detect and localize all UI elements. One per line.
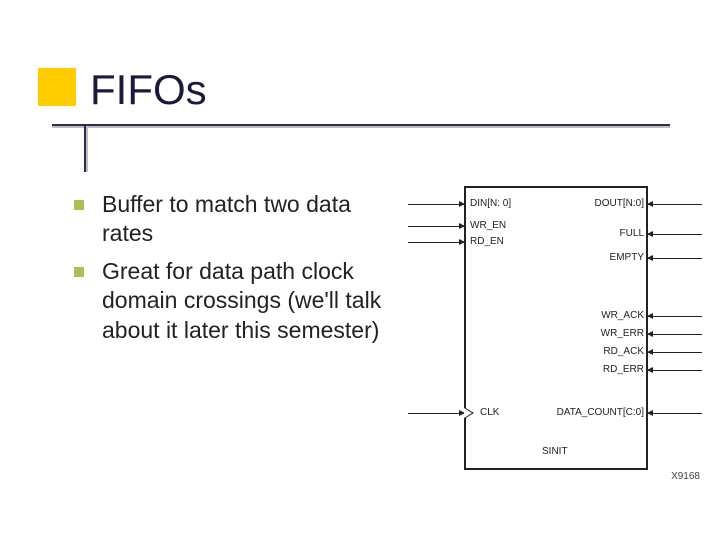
- pin-label-empty: EMPTY: [610, 252, 644, 263]
- list-item: Great for data path clock domain crossin…: [74, 257, 384, 345]
- bullet-square-icon: [74, 200, 84, 210]
- list-item-text: Buffer to match two data rates: [102, 190, 384, 249]
- clk-edge-icon-inner: [464, 408, 472, 418]
- pin-lead: [648, 204, 702, 205]
- slide-title: FIFOs: [90, 66, 207, 114]
- pin-lead: [648, 413, 702, 414]
- pin-lead: [648, 316, 702, 317]
- slide-title-block: FIFOs: [38, 68, 678, 138]
- list-item: Buffer to match two data rates: [74, 190, 384, 249]
- pin-lead: [408, 242, 464, 243]
- pin-lead: [408, 204, 464, 205]
- accent-square: [38, 68, 76, 106]
- pin-lead: [648, 352, 702, 353]
- diagram-id: X9168: [671, 471, 700, 482]
- pin-lead: [408, 413, 464, 414]
- pin-lead: [408, 226, 464, 227]
- pin-lead: [648, 234, 702, 235]
- pin-label-rd-err: RD_ERR: [603, 364, 644, 375]
- pin-label-wr-ack: WR_ACK: [601, 310, 644, 321]
- pin-label-full: FULL: [620, 228, 644, 239]
- pin-label-din: DIN[N: 0]: [470, 198, 511, 209]
- title-vertical-bar-shadow: [86, 124, 88, 172]
- pin-label-wr-en: WR_EN: [470, 220, 506, 231]
- list-item-text: Great for data path clock domain crossin…: [102, 257, 384, 345]
- pin-lead: [648, 370, 702, 371]
- pin-label-dout: DOUT[N:0]: [595, 198, 644, 209]
- pin-lead: [648, 258, 702, 259]
- pin-label-clk: CLK: [480, 407, 499, 418]
- title-underline-shadow: [52, 126, 670, 128]
- pin-lead: [648, 334, 702, 335]
- title-vertical-bar: [84, 124, 86, 172]
- pin-label-data-count: DATA_COUNT[C:0]: [557, 407, 644, 418]
- pin-label-rd-en: RD_EN: [470, 236, 504, 247]
- pin-label-rd-ack: RD_ACK: [603, 346, 644, 357]
- fifo-block-diagram: DIN[N: 0] WR_EN RD_EN DOUT[N:0] FULL EMP…: [408, 186, 702, 476]
- pin-label-wr-err: WR_ERR: [601, 328, 644, 339]
- bullet-list: Buffer to match two data rates Great for…: [74, 190, 384, 353]
- pin-label-sinit: SINIT: [542, 446, 568, 457]
- bullet-square-icon: [74, 267, 84, 277]
